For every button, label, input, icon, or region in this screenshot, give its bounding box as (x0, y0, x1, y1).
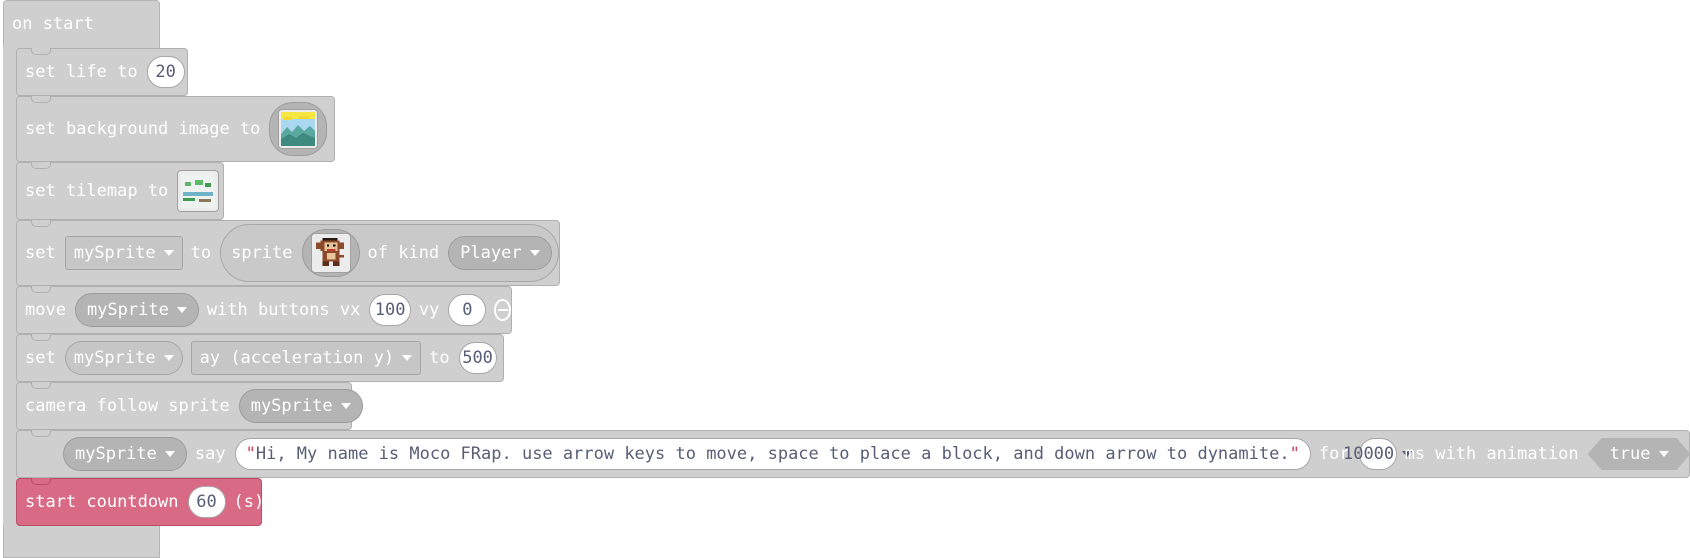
of-kind-label: of kind (367, 243, 440, 263)
chevron-down-icon (402, 355, 413, 361)
property-dropdown[interactable]: ay (acceleration y) (190, 341, 422, 375)
chevron-down-icon (1659, 451, 1669, 457)
background-image-picker[interactable] (269, 102, 328, 156)
chevron-down-icon (176, 307, 187, 313)
animation-boolean-value: true (1609, 444, 1651, 464)
set-tilemap-block[interactable]: set tilemap to (16, 162, 224, 220)
block-notch (31, 96, 51, 103)
set-life-block[interactable]: set life to 20 (16, 48, 188, 96)
block-notch (31, 334, 51, 341)
duration-dropdown-value: 10000 (1342, 444, 1395, 464)
countdown-value-input[interactable]: 60 (187, 486, 226, 518)
kind-dropdown-value: Player (460, 243, 522, 263)
variable-dropdown-value: mySprite (250, 396, 333, 416)
property-dropdown-value: ay (acceleration y) (199, 348, 395, 368)
sprite-image-picker[interactable] (301, 229, 360, 277)
start-countdown-label: start countdown (25, 492, 179, 512)
variable-dropdown-value: mySprite (73, 243, 156, 263)
remove-parameter-icon[interactable] (494, 299, 511, 321)
to-label: to (429, 348, 450, 368)
ms-with-animation-label: ms with animation (1404, 444, 1579, 464)
create-sprite-reporter[interactable]: sprite of kind Player (220, 224, 559, 282)
sprite-say-block[interactable]: mySprite say " Hi, My name is Moco FRap.… (16, 430, 1690, 478)
camera-follow-label: camera follow sprite (25, 396, 230, 416)
kind-dropdown[interactable]: Player (448, 236, 552, 270)
on-start-label: on start (12, 14, 94, 34)
start-countdown-block[interactable]: start countdown 60 (s) (16, 478, 265, 526)
background-thumbnail-icon (278, 109, 319, 149)
move-label: move (25, 300, 66, 320)
camera-follow-block[interactable]: camera follow sprite mySprite (16, 382, 363, 430)
chevron-down-icon (529, 250, 540, 256)
vy-label: vy (418, 300, 440, 320)
set-label: set (25, 243, 56, 263)
duration-dropdown[interactable]: 10000 (1343, 438, 1413, 470)
tilemap-thumbnail-icon[interactable] (177, 170, 220, 212)
set-acceleration-block[interactable]: set mySprite ay (acceleration y) to 500 (16, 334, 504, 382)
variable-dropdown-value: mySprite (75, 444, 157, 464)
acceleration-value-input[interactable]: 500 (458, 342, 497, 374)
chevron-down-icon (164, 451, 175, 457)
block-notch (31, 382, 51, 389)
vx-input[interactable]: 100 (369, 294, 411, 326)
block-notch (31, 430, 51, 437)
say-text-input[interactable]: " Hi, My name is Moco FRap. use arrow ke… (234, 438, 1311, 470)
chevron-down-icon (163, 250, 174, 256)
set-tilemap-label: set tilemap to (25, 181, 169, 201)
open-quote-icon: " (245, 444, 256, 464)
set-background-label: set background image to (25, 119, 261, 139)
monkey-sprite-icon (310, 233, 351, 273)
seconds-unit-label: (s) (233, 492, 265, 512)
say-text-value: Hi, My name is Moco FRap. use arrow keys… (255, 444, 1290, 464)
variable-dropdown-value: mySprite (86, 300, 169, 320)
set-life-label: set life to (25, 62, 138, 82)
set-background-block[interactable]: set background image to (16, 96, 335, 162)
variable-dropdown[interactable]: mySprite (64, 341, 183, 375)
chevron-down-icon (163, 355, 174, 361)
vy-input[interactable]: 0 (448, 294, 487, 326)
block-notch (31, 220, 51, 227)
set-label: set (25, 348, 56, 368)
sprite-label: sprite (231, 243, 293, 263)
close-quote-icon: " (1289, 444, 1300, 464)
variable-dropdown-value: mySprite (73, 348, 156, 368)
variable-dropdown[interactable]: mySprite (74, 293, 199, 327)
block-notch (31, 162, 51, 169)
chevron-down-icon (340, 403, 351, 409)
say-label: say (194, 444, 226, 464)
variable-dropdown[interactable]: mySprite (238, 389, 363, 423)
with-buttons-label: with buttons vx (206, 300, 361, 320)
on-start-spine (3, 46, 17, 526)
animation-boolean-dropdown[interactable]: true (1588, 438, 1690, 470)
variable-dropdown[interactable]: mySprite (63, 437, 187, 471)
block-notch (31, 48, 51, 55)
variable-dropdown[interactable]: mySprite (64, 236, 183, 270)
life-value-input[interactable]: 20 (146, 56, 185, 88)
move-sprite-block[interactable]: move mySprite with buttons vx 100 vy 0 (16, 286, 512, 334)
to-label: to (190, 243, 212, 263)
block-notch (31, 286, 51, 293)
block-notch (31, 478, 51, 485)
set-sprite-block[interactable]: set mySprite to sprite of kind Player (16, 220, 560, 286)
